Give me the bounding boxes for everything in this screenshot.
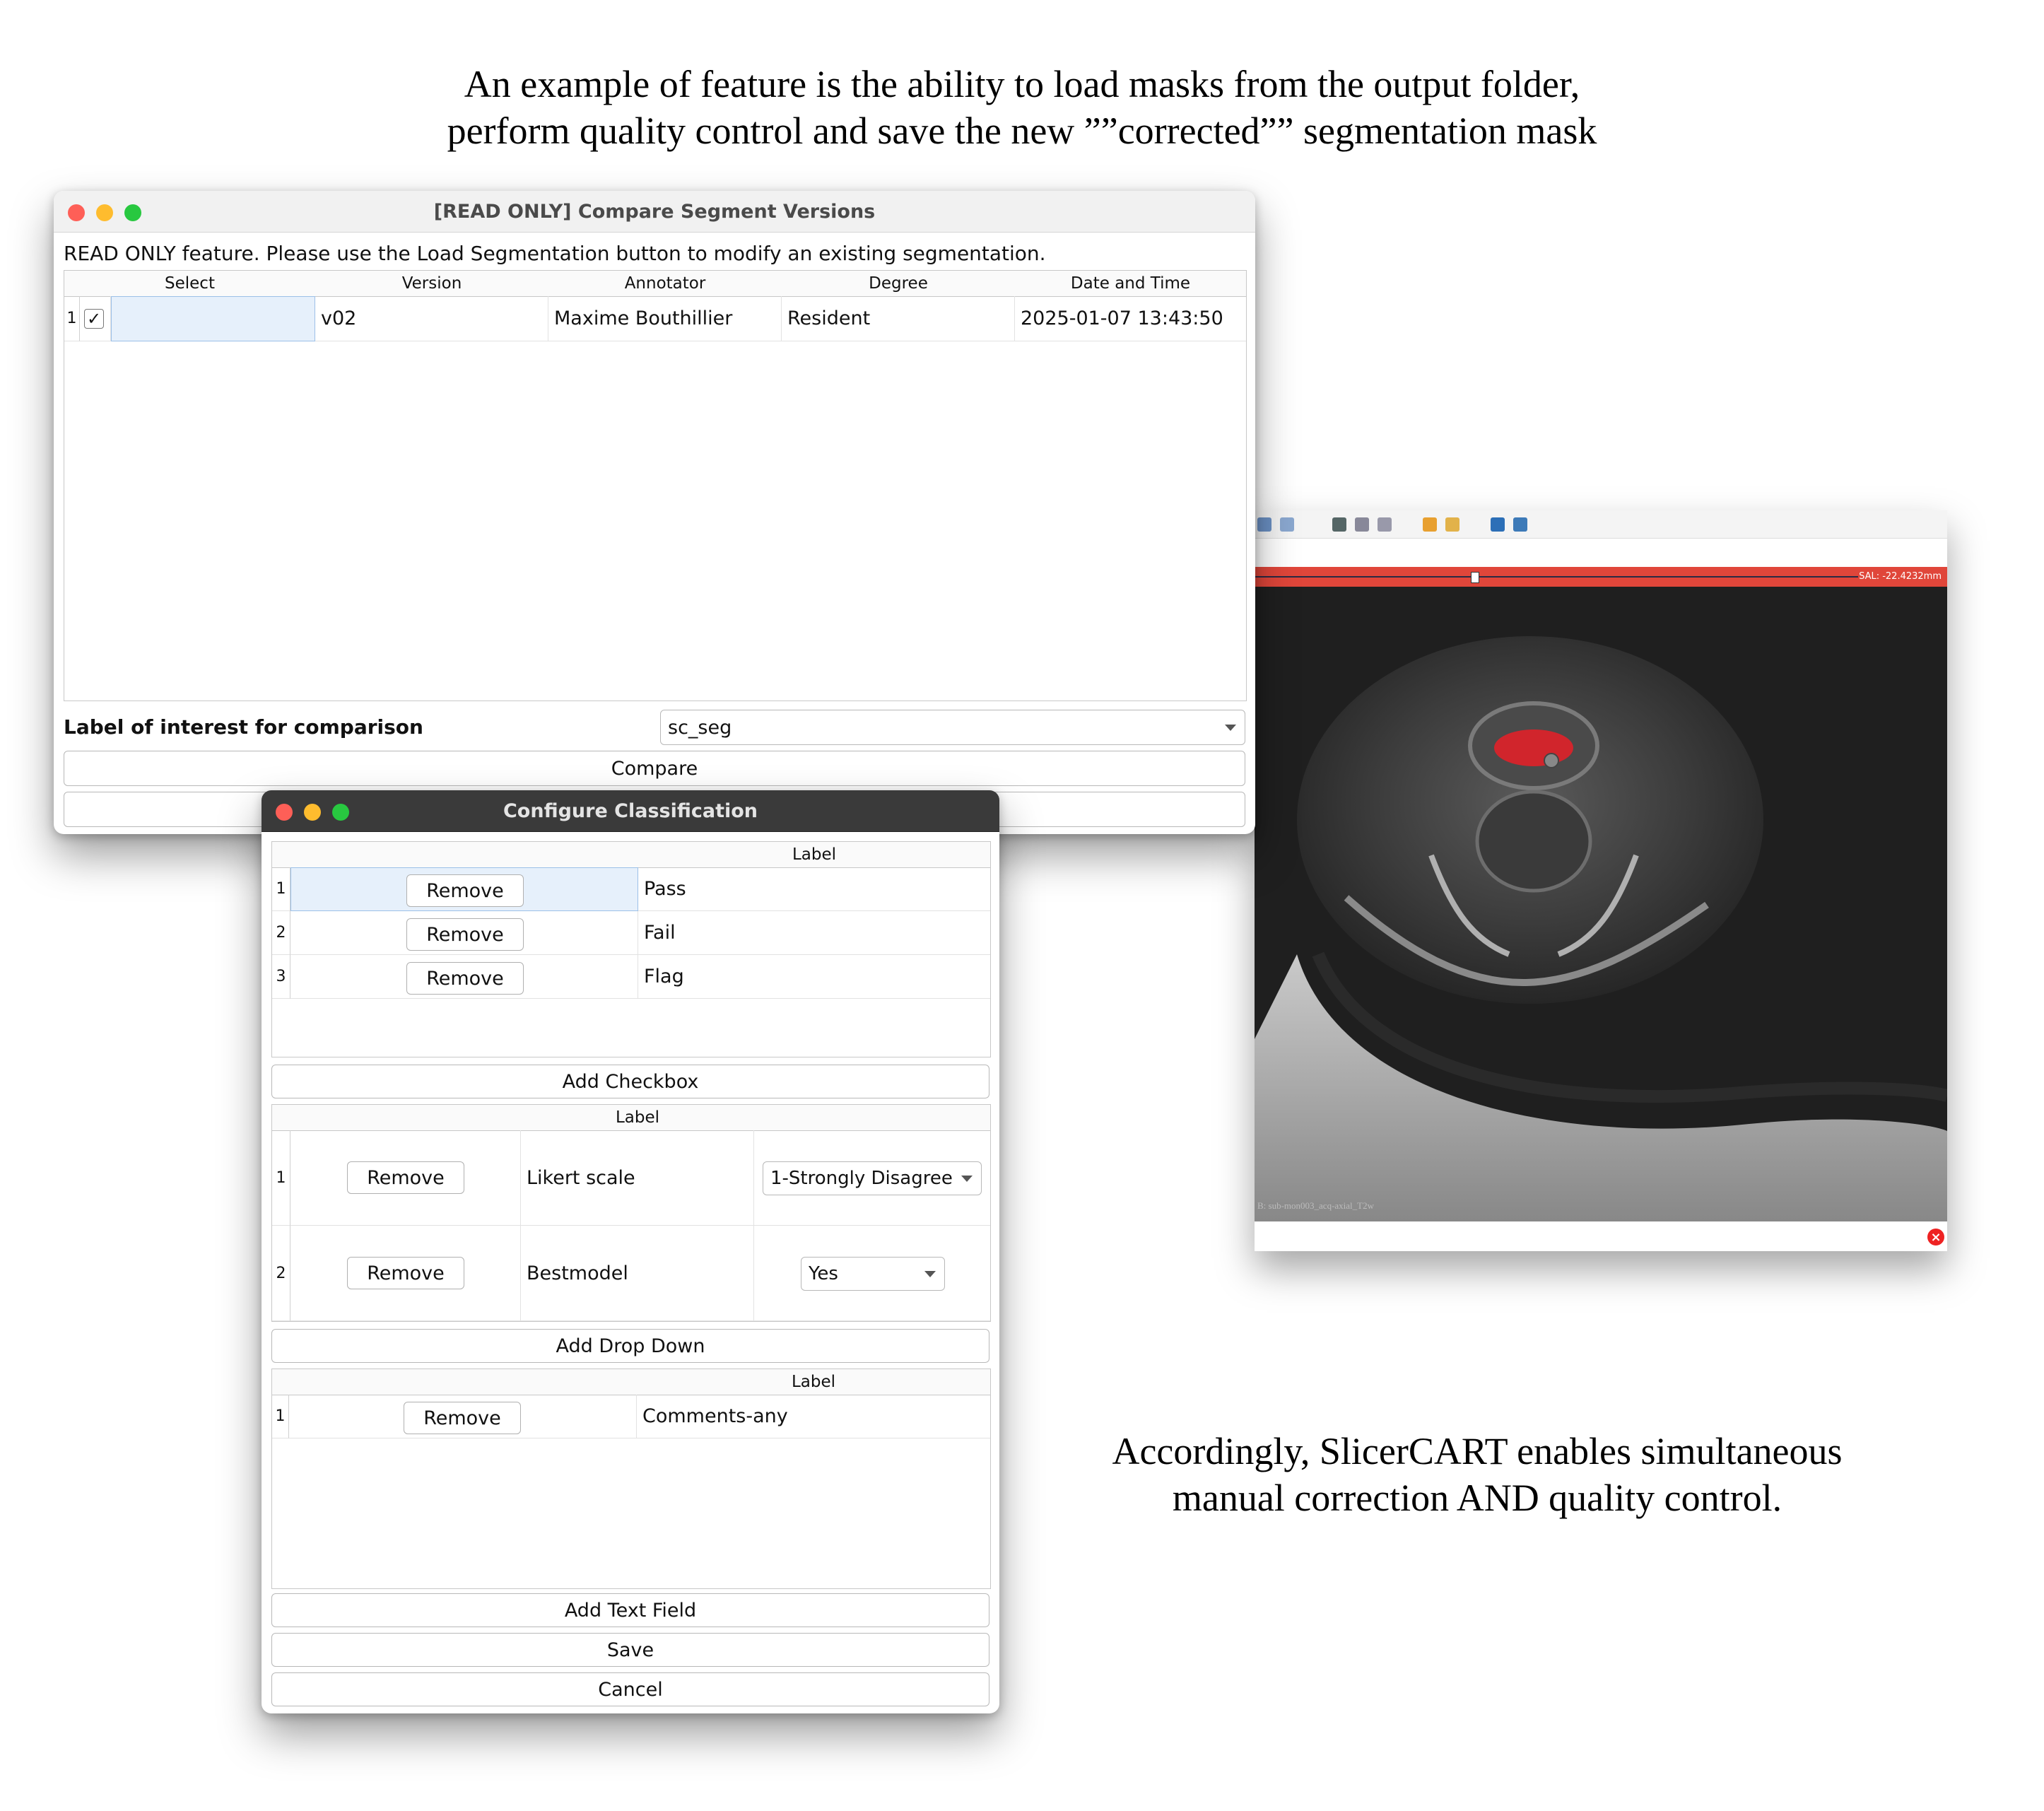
label-of-interest-prompt: Label of interest for comparison [64, 715, 423, 739]
top-caption-line-1: An example of feature is the ability to … [464, 63, 1580, 105]
slice-offset-bar[interactable]: SAL: -22.4232mm [1255, 567, 1947, 587]
crosshair-grid-icon[interactable] [1280, 517, 1294, 532]
dropdown-col-value [754, 1105, 990, 1131]
label-of-interest-dropdown[interactable]: sc_seg [660, 710, 1245, 745]
text-col-label[interactable]: Label [637, 1369, 990, 1395]
checkbox-label-cell[interactable]: Flag [638, 955, 990, 999]
slicer-toolbar [1255, 510, 1947, 539]
checkbox-col-actions [272, 842, 639, 868]
annotator-cell: Maxime Bouthillier [548, 296, 782, 341]
row-number: 2 [272, 911, 290, 955]
screenshot-icon[interactable] [1332, 517, 1346, 532]
configure-classification-window: Configure Classification Label 1 Remove … [262, 790, 999, 1713]
version-cell: v02 [315, 296, 548, 341]
class-window-titlebar: Configure Classification [262, 790, 999, 832]
dropdown-table: Label 1 Remove Likert scale 1-Strongly D… [271, 1104, 991, 1322]
bestmodel-value: Yes [809, 1263, 838, 1284]
mri-axial-slice-view[interactable]: B: sub-mon003_acq-axial_T2w [1255, 587, 1947, 1223]
remove-text-field-button[interactable]: Remove [404, 1402, 521, 1434]
scene-view-icon[interactable] [1355, 517, 1369, 532]
select-cell-highlight[interactable] [111, 296, 315, 341]
markup-pin-icon[interactable] [1445, 517, 1459, 532]
compare-segment-versions-window: [READ ONLY] Compare Segment Versions REA… [54, 191, 1255, 834]
error-close-icon[interactable]: × [1927, 1229, 1944, 1246]
slice-slider-handle[interactable] [1471, 572, 1479, 583]
top-caption-line-2: perform quality control and save the new… [447, 110, 1597, 152]
remove-dropdown-button[interactable]: Remove [347, 1257, 464, 1289]
dropdown-col-actions [272, 1105, 522, 1131]
chevron-down-icon [961, 1176, 973, 1182]
bottom-caption-line-2: manual correction AND quality control. [1172, 1477, 1782, 1519]
row-number: 2 [272, 1226, 290, 1321]
window-controls [276, 804, 349, 821]
bottom-caption: Accordingly, SlicerCART enables simultan… [1025, 1428, 1930, 1521]
col-degree[interactable]: Degree [782, 271, 1016, 297]
checkbox-label-cell[interactable]: Fail [638, 911, 990, 955]
add-checkbox-button[interactable]: Add Checkbox [271, 1065, 989, 1098]
label-of-interest-value: sc_seg [668, 716, 732, 739]
chevron-down-icon [924, 1271, 936, 1277]
compare-window-title: [READ ONLY] Compare Segment Versions [433, 200, 876, 223]
select-checkbox[interactable]: ✓ [84, 308, 104, 329]
inspect-icon[interactable] [1378, 517, 1392, 532]
series-name-label: B: sub-mon003_acq-axial_T2w [1257, 1200, 1374, 1211]
read-only-note: READ ONLY feature. Please use the Load S… [64, 242, 1046, 265]
text-col-actions [272, 1369, 638, 1395]
cancel-button[interactable]: Cancel [271, 1672, 989, 1706]
bottom-caption-line-1: Accordingly, SlicerCART enables simultan… [1112, 1430, 1843, 1472]
zoom-window-icon[interactable] [332, 804, 349, 821]
dropdown-label-cell[interactable]: Likert scale [521, 1130, 754, 1226]
select-checkbox-cell[interactable]: ✓ [80, 296, 111, 341]
checkbox-label-cell[interactable]: Pass [638, 867, 990, 911]
class-window-title: Configure Classification [503, 799, 758, 822]
layout-icon[interactable] [1257, 517, 1271, 532]
dropdown-col-label[interactable]: Label [521, 1105, 755, 1131]
date-time-cell: 2025-01-07 13:43:50 [1015, 296, 1246, 341]
segment-versions-table: Select Version Annotator Degree Date and… [64, 270, 1247, 701]
slice-offset-label: SAL: -22.4232mm [1859, 571, 1942, 582]
minimize-window-icon[interactable] [304, 804, 321, 821]
dropdown-label-cell[interactable]: Bestmodel [521, 1226, 754, 1321]
crosshair-icon[interactable] [1423, 517, 1437, 532]
checkbox-col-label[interactable]: Label [638, 842, 990, 868]
slicer-viewer-window: SAL: -22.4232mm B: sub-mon003_acq-axial_… [1255, 510, 1947, 1251]
likert-scale-dropdown[interactable]: 1-Strongly Disagree [763, 1161, 982, 1195]
top-caption: An example of feature is the ability to … [0, 61, 2044, 154]
col-annotator[interactable]: Annotator [548, 271, 782, 297]
col-select[interactable]: Select [64, 271, 316, 297]
row-number: 1 [272, 867, 290, 911]
slice-slider-track[interactable] [1255, 576, 1858, 578]
col-version[interactable]: Version [315, 271, 549, 297]
bestmodel-dropdown[interactable]: Yes [801, 1257, 945, 1291]
close-window-icon[interactable] [68, 204, 85, 221]
remove-checkbox-button[interactable]: Remove [406, 918, 524, 951]
likert-scale-value: 1-Strongly Disagree [770, 1168, 953, 1189]
compare-button[interactable]: Compare [64, 751, 1245, 786]
remove-checkbox-button[interactable]: Remove [406, 874, 524, 907]
row-number: 1 [272, 1395, 289, 1438]
window-controls [68, 204, 141, 221]
chevron-down-icon [1225, 725, 1236, 731]
degree-cell: Resident [782, 296, 1015, 341]
zoom-window-icon[interactable] [124, 204, 141, 221]
close-window-icon[interactable] [276, 804, 293, 821]
checkbox-table: Label 1 Remove Pass 2 Remove Fail 3 Remo… [271, 841, 991, 1057]
remove-checkbox-button[interactable]: Remove [406, 962, 524, 995]
python-icon[interactable] [1513, 517, 1527, 532]
add-text-field-button[interactable]: Add Text Field [271, 1593, 989, 1627]
col-date-time[interactable]: Date and Time [1015, 271, 1246, 297]
extension-manager-icon[interactable] [1491, 517, 1505, 532]
compare-window-titlebar: [READ ONLY] Compare Segment Versions [54, 191, 1255, 233]
save-button[interactable]: Save [271, 1633, 989, 1667]
remove-dropdown-button[interactable]: Remove [347, 1161, 464, 1194]
text-label-cell[interactable]: Comments-any [637, 1395, 990, 1438]
row-number: 1 [272, 1130, 290, 1226]
minimize-window-icon[interactable] [96, 204, 113, 221]
row-number: 3 [272, 955, 290, 999]
mri-image [1255, 587, 1947, 1223]
slicer-status-bar: × [1255, 1221, 1947, 1251]
add-drop-down-button[interactable]: Add Drop Down [271, 1329, 989, 1363]
text-field-table: Label 1 Remove Comments-any [271, 1368, 991, 1589]
row-number: 1 [64, 296, 80, 341]
